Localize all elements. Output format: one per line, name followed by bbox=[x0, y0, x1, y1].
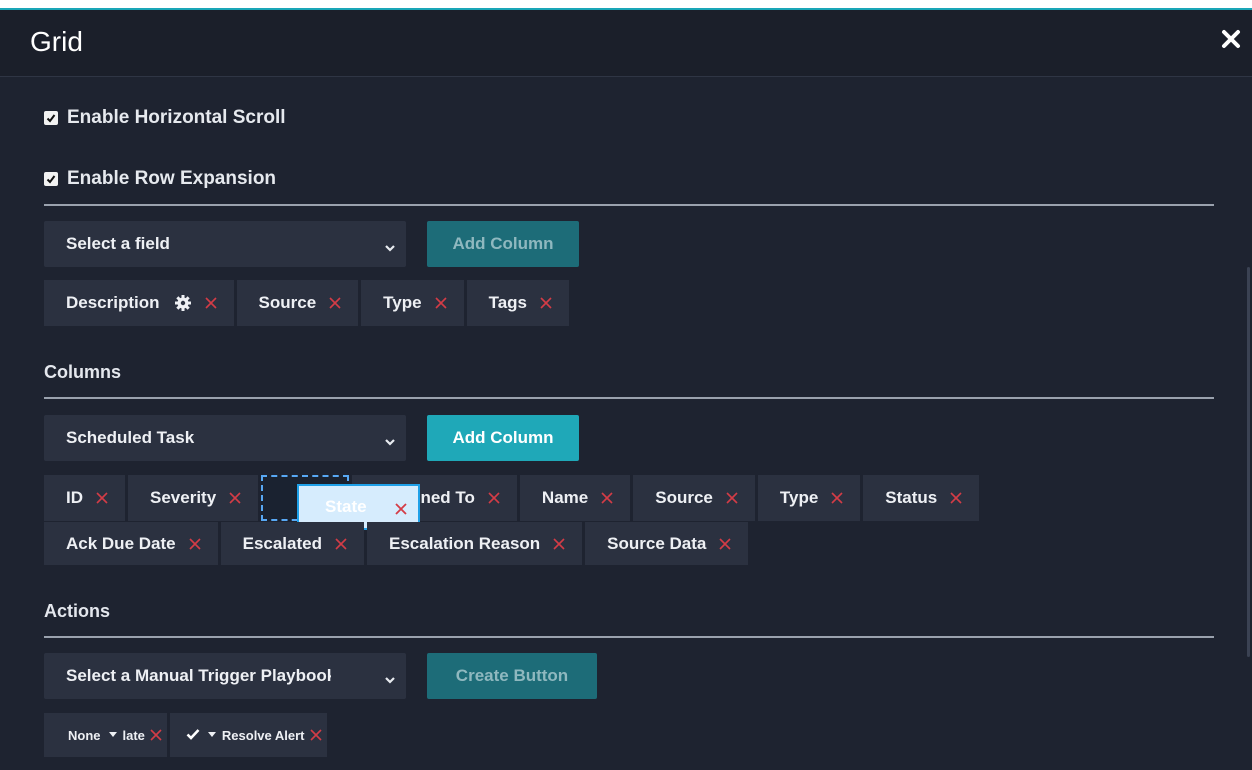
row-expansion-option[interactable]: Enable Row Expansion bbox=[44, 168, 276, 190]
divider bbox=[44, 204, 1214, 206]
remove-icon[interactable] bbox=[830, 491, 844, 505]
column-chip-escalated[interactable]: Escalated bbox=[220, 522, 364, 565]
field-select[interactable]: Select a field bbox=[44, 221, 406, 267]
remove-icon[interactable] bbox=[228, 491, 242, 505]
field-chip-list: Description Source Type Tags bbox=[44, 280, 570, 326]
close-icon[interactable] bbox=[1216, 24, 1246, 54]
chip-label: Name bbox=[541, 488, 589, 507]
chip-label: Ack Due Date bbox=[66, 533, 176, 553]
chip-label: late bbox=[122, 727, 145, 743]
chip-label: Source bbox=[258, 293, 317, 312]
remove-icon[interactable] bbox=[600, 491, 614, 505]
row-expansion-label: Enable Row Expansion bbox=[67, 168, 277, 189]
remove-icon[interactable] bbox=[949, 491, 963, 505]
action-chip-list: None late Resolve Alert bbox=[44, 713, 327, 757]
horizontal-scroll-label: Enable Horizontal Scroll bbox=[67, 107, 286, 128]
chip-label: Description bbox=[66, 293, 160, 312]
column-chip-type[interactable]: Type bbox=[757, 475, 861, 521]
row-expansion-checkbox[interactable] bbox=[44, 172, 58, 186]
dialog-body: Enable Horizontal Scroll Enable Row Expa… bbox=[0, 77, 1252, 770]
columns-select[interactable]: Scheduled Task bbox=[44, 415, 406, 461]
field-select-value: Select a field bbox=[66, 234, 170, 253]
dialog-title: Grid bbox=[30, 26, 83, 57]
playbook-select-value: Select a Manual Trigger Playbook bbox=[66, 666, 331, 685]
chip-label: Source bbox=[655, 488, 713, 507]
remove-icon[interactable] bbox=[204, 296, 218, 310]
chevron-down-icon bbox=[384, 670, 396, 690]
divider bbox=[44, 397, 1214, 399]
scrollbar[interactable] bbox=[1247, 267, 1250, 657]
chip-label: Status bbox=[885, 488, 938, 507]
caret-down-icon[interactable] bbox=[108, 732, 117, 738]
field-add-column-button[interactable]: Add Column bbox=[427, 221, 579, 267]
actions-heading: Actions bbox=[44, 601, 111, 621]
remove-icon[interactable] bbox=[434, 296, 448, 310]
column-chip-escalation-reason[interactable]: Escalation Reason bbox=[367, 522, 583, 565]
chip-label: State bbox=[325, 497, 367, 516]
columns-heading: Columns bbox=[44, 362, 122, 382]
chip-label: Escalated bbox=[242, 533, 322, 553]
action-chip-resolve-alert[interactable]: Resolve Alert bbox=[169, 713, 327, 757]
field-chip-type[interactable]: Type bbox=[361, 280, 464, 326]
create-button[interactable]: Create Button bbox=[427, 653, 597, 699]
horizontal-scroll-checkbox[interactable] bbox=[44, 111, 58, 125]
column-chip-source[interactable]: Source bbox=[633, 475, 755, 521]
gear-icon[interactable] bbox=[174, 294, 192, 312]
remove-icon[interactable] bbox=[552, 537, 566, 551]
field-chip-tags[interactable]: Tags bbox=[466, 280, 570, 326]
chevron-down-icon bbox=[384, 432, 396, 452]
field-chip-description[interactable]: Description bbox=[44, 280, 234, 326]
columns-select-value: Scheduled Task bbox=[66, 428, 195, 447]
chip-label: Type bbox=[779, 488, 819, 507]
remove-icon[interactable] bbox=[725, 491, 739, 505]
remove-icon[interactable] bbox=[328, 296, 342, 310]
remove-icon[interactable] bbox=[539, 296, 553, 310]
remove-icon[interactable] bbox=[487, 491, 501, 505]
column-chip-ack-due-date[interactable]: Ack Due Date bbox=[44, 522, 218, 565]
action-chip-late[interactable]: None late bbox=[44, 713, 167, 757]
remove-icon[interactable] bbox=[334, 537, 348, 551]
field-chip-source[interactable]: Source bbox=[236, 280, 359, 326]
remove-icon[interactable] bbox=[394, 501, 408, 521]
columns-add-column-button[interactable]: Add Column bbox=[427, 415, 579, 461]
remove-icon[interactable] bbox=[718, 537, 732, 551]
remove-icon[interactable] bbox=[309, 728, 323, 742]
chip-label: Source Data bbox=[607, 533, 707, 553]
remove-icon[interactable] bbox=[149, 728, 163, 742]
chip-label: Tags bbox=[488, 293, 528, 312]
column-chip-id[interactable]: ID bbox=[44, 475, 125, 521]
column-chip-source-data[interactable]: Source Data bbox=[585, 522, 749, 565]
horizontal-scroll-option[interactable]: Enable Horizontal Scroll bbox=[44, 107, 286, 129]
divider bbox=[44, 636, 1214, 638]
column-chip-row-1: ID Severity Assigned To Name Source Type… bbox=[44, 475, 980, 521]
action-icon-dropdown-label[interactable]: None bbox=[68, 728, 101, 743]
chip-label: ID bbox=[66, 488, 83, 507]
chip-label: Escalation Reason bbox=[389, 533, 541, 553]
remove-icon[interactable] bbox=[188, 537, 202, 551]
column-chip-severity[interactable]: Severity bbox=[128, 475, 259, 521]
chip-label: Type bbox=[383, 293, 422, 312]
column-chip-name[interactable]: Name bbox=[519, 475, 631, 521]
top-accent-line bbox=[0, 0, 1252, 10]
remove-icon[interactable] bbox=[95, 491, 109, 505]
column-chip-row-2: Ack Due Date Escalated Escalation Reason… bbox=[44, 522, 749, 565]
chip-label: Resolve Alert bbox=[221, 727, 305, 743]
caret-down-icon[interactable] bbox=[207, 732, 216, 738]
playbook-select[interactable]: Select a Manual Trigger Playbook bbox=[44, 653, 406, 699]
check-icon[interactable] bbox=[186, 728, 200, 743]
column-chip-status[interactable]: Status bbox=[863, 475, 980, 521]
chip-label: Severity bbox=[150, 488, 217, 507]
chevron-down-icon bbox=[384, 238, 396, 258]
dialog-header: Grid bbox=[0, 10, 1252, 77]
